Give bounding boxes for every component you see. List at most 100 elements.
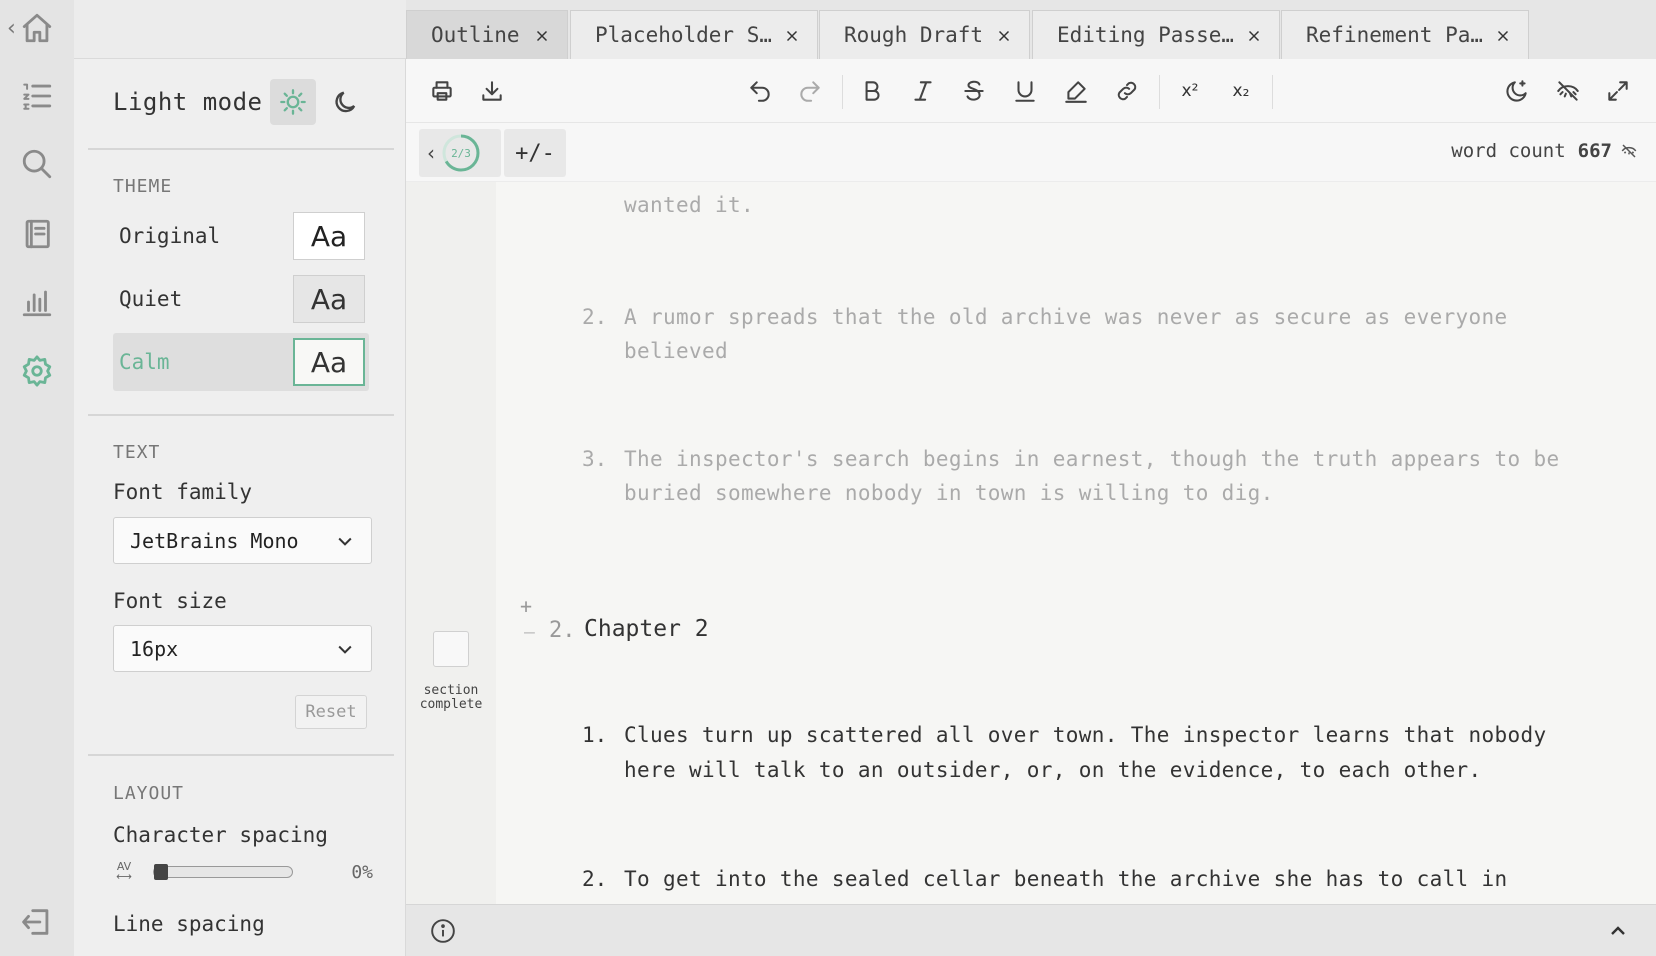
list-item-line: believed [624,339,728,363]
font-size-label: Font size [113,589,227,613]
superscript-label: x² [1181,81,1199,101]
tab-label: Refinement Pa… [1306,23,1482,47]
font-family-select[interactable]: JetBrains Mono [113,517,372,564]
highlighter-icon[interactable] [1060,75,1092,107]
editor-area[interactable]: wanted it. 2. A rumor spreads that the o… [406,182,1656,904]
italic-icon[interactable] [907,75,939,107]
word-count: word count 667 [1451,140,1638,162]
word-count-label: word count [1451,140,1566,162]
list-item-number: 1. [582,723,608,747]
mode-label: Light mode [113,88,263,116]
panel-header [74,0,406,59]
redo-icon[interactable] [794,75,826,107]
font-family-value: JetBrains Mono [130,528,299,553]
section-complete-label: section complete [419,683,483,712]
theme-name: Quiet [119,287,183,311]
character-spacing-slider-row: AV ⟷ 0% [113,860,373,884]
home-icon[interactable] [17,8,57,48]
close-icon[interactable] [1494,26,1512,44]
slider-thumb[interactable] [154,864,168,880]
chevron-down-icon [338,537,352,546]
theme-sample: Aa [293,275,365,323]
tab-label: Editing Passe… [1057,23,1233,47]
close-icon[interactable] [1245,26,1263,44]
outline-list-icon[interactable] [17,76,57,116]
list-item-number: 2. [582,305,608,329]
list-item-line: buried somewhere nobody in town is willi… [624,481,1274,505]
reset-button[interactable]: Reset [295,695,367,729]
stats-icon[interactable] [17,282,57,322]
theme-name: Calm [119,350,170,374]
light-mode-button[interactable] [269,79,316,125]
focus-mode-icon[interactable] [1501,75,1533,107]
close-icon[interactable] [533,26,551,44]
line-spacing-label: Line spacing [113,912,265,936]
subscript-button[interactable]: x₂ [1225,75,1257,107]
tab-bar: Outline Placeholder S… Rough Draft Editi… [406,0,1656,59]
tab-outline[interactable]: Outline [406,10,568,59]
theme-option-original[interactable]: Original Aa [113,208,369,264]
tab-editing-passes[interactable]: Editing Passe… [1032,10,1280,59]
section-navigator[interactable]: ‹ 2/3 [419,129,501,177]
formatting-toolbar: x² x₂ [406,59,1656,123]
tab-label: Rough Draft [844,23,983,47]
tab-placeholder[interactable]: Placeholder S… [570,10,818,59]
close-icon[interactable] [995,26,1013,44]
list-item-tail: wanted it. [624,193,754,217]
editor-gutter [406,182,496,904]
theme-option-quiet[interactable]: Quiet Aa [113,271,369,327]
theme-sample: Aa [293,212,365,260]
download-icon[interactable] [476,75,508,107]
divider [88,414,394,416]
progress-ring: 2/3 [441,133,481,173]
settings-icon[interactable] [17,351,57,391]
undo-icon[interactable] [744,75,776,107]
divider [88,754,394,756]
chevron-left-icon[interactable]: ‹ [427,141,435,165]
theme-option-calm[interactable]: Calm Aa [113,333,369,391]
mode-toggle-row: Light mode [113,78,373,126]
notebook-icon[interactable] [17,214,57,254]
section-complete-checkbox[interactable] [433,631,469,667]
progress-text: 2/3 [451,146,471,160]
info-icon[interactable] [430,918,456,944]
word-count-value: 667 [1577,140,1612,162]
hide-word-count-icon[interactable] [1620,142,1638,160]
collapse-chevron-icon[interactable]: ‹ [7,16,16,41]
underline-icon[interactable] [1009,75,1041,107]
list-item-line: Clues turn up scattered all over town. T… [624,723,1547,747]
status-bar [406,904,1656,956]
fullscreen-icon[interactable] [1602,75,1634,107]
tab-refinement[interactable]: Refinement Pa… [1281,10,1529,59]
chapter-number: 2. [549,618,576,643]
collapse-section-icon[interactable]: – [524,622,535,643]
toolbar-separator [1272,75,1273,109]
sun-icon [279,89,306,115]
tab-rough-draft[interactable]: Rough Draft [819,10,1030,59]
font-family-label: Font family [113,480,253,504]
search-icon[interactable] [17,144,57,184]
list-item-line: The inspector's search begins in earnest… [624,447,1560,471]
chevron-up-icon[interactable] [1606,919,1630,943]
chevron-down-icon [338,645,352,654]
print-icon[interactable] [426,75,458,107]
chapter-heading: Chapter 2 [584,616,709,642]
bold-icon[interactable] [856,75,888,107]
add-section-icon[interactable]: + [520,594,532,618]
character-spacing-slider[interactable] [153,864,293,880]
list-item-line: here will talk to an outsider, or, on th… [624,758,1482,782]
list-item-line: A rumor spreads that the old archive was… [624,305,1508,329]
link-icon[interactable] [1111,75,1143,107]
close-icon[interactable] [783,26,801,44]
strikethrough-icon[interactable] [958,75,990,107]
hide-icon[interactable] [1552,75,1584,107]
diff-toggle-button[interactable]: +/- [504,129,566,177]
superscript-button[interactable]: x² [1174,75,1206,107]
moon-icon [334,91,355,113]
tab-label: Outline [431,23,520,47]
character-spacing-value: 0% [351,861,373,883]
font-size-select[interactable]: 16px [113,625,372,672]
dark-mode-button[interactable] [323,79,369,125]
document-subbar: ‹ 2/3 +/- word count 667 [406,123,1656,182]
logout-icon[interactable] [17,902,57,942]
